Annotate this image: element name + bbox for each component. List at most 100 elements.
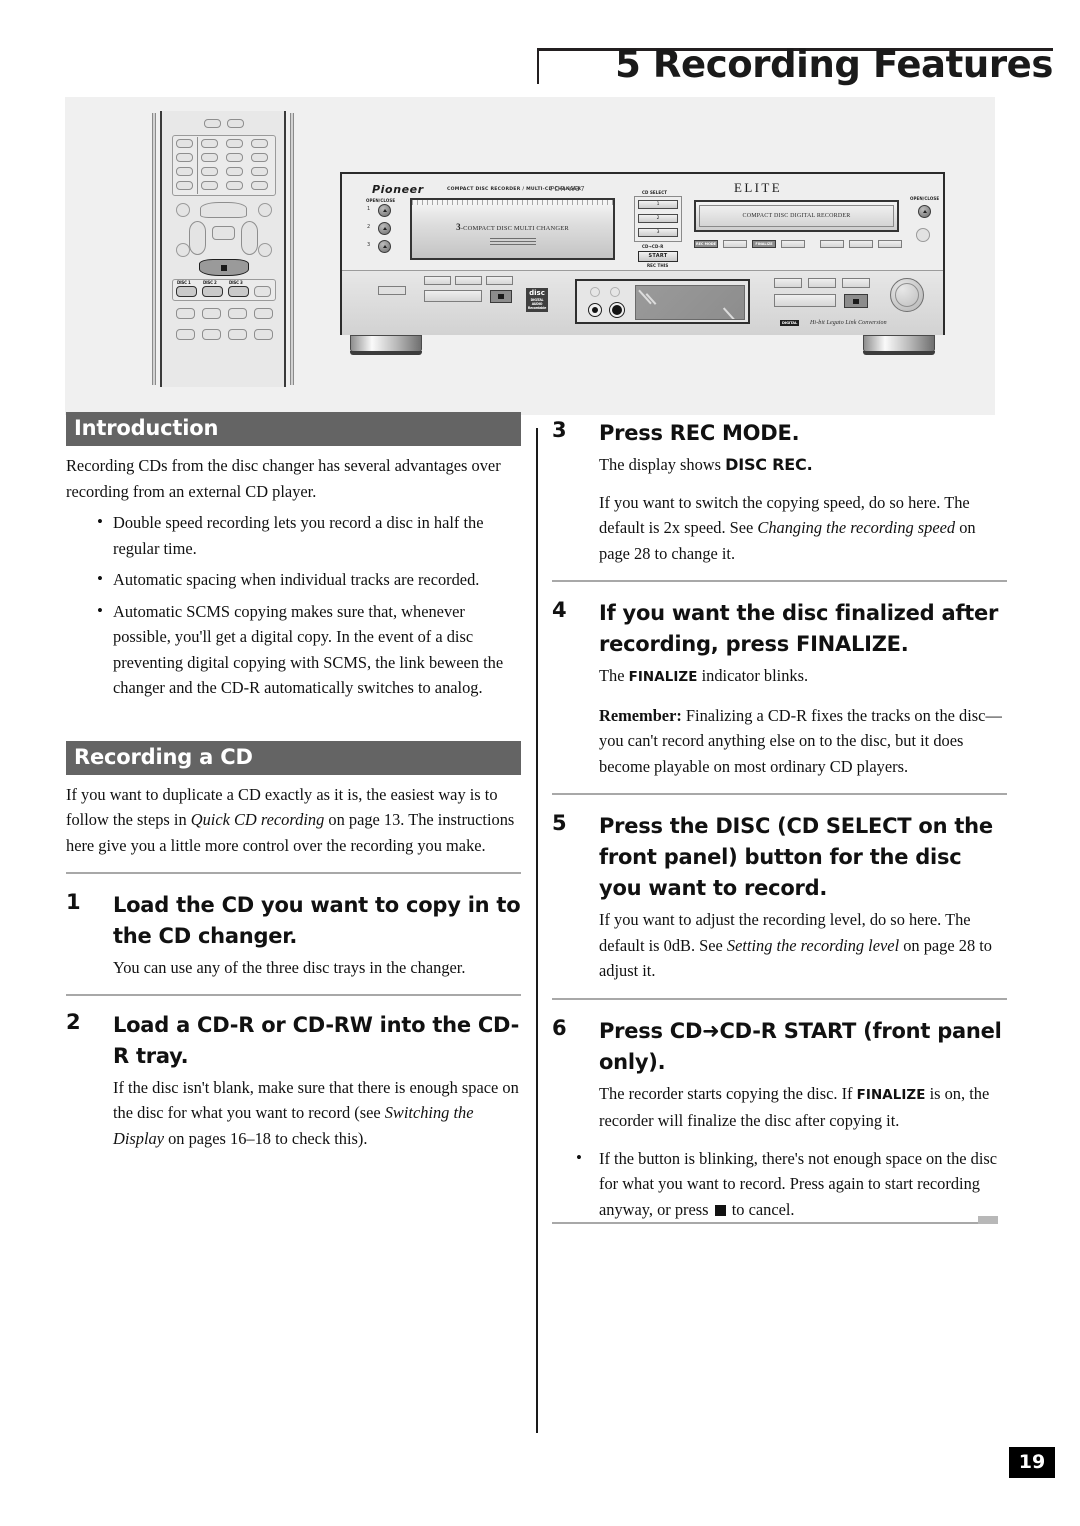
remote-bottom-button [254,308,273,319]
right-arrow-icon: ➜ [702,1018,720,1043]
page-number: 19 [1009,1447,1055,1478]
cd-to-cdr-start-button: START [638,251,678,262]
header-rule-tick [537,48,539,84]
remote-disc1-button [176,286,197,297]
step-6-body-2: If the button is blinking, there's not e… [576,1145,1007,1223]
cd-select-button-3: 3 [638,228,678,237]
step-6: 6 Press CD➜CD-R START (front panel only)… [552,1016,1007,1223]
open-close-left-label: OPEN/CLOSE [366,198,396,203]
stop-square-icon [221,265,227,271]
finalize-label: FINALIZE [755,242,773,246]
remote-keypad-button [201,153,218,162]
remote-bottom-button [202,308,221,319]
chapter-title: 5 Recording Features [615,43,1053,86]
recording-a-cd-heading: Recording a CD [66,740,521,775]
display-window [575,279,750,324]
remote-disc3-button [228,286,249,297]
remote-bottom-button [228,329,247,340]
lower-right-button [774,278,802,288]
cd-select-label: CD SELECT [642,190,668,195]
cd-select-button-2: 2 [638,214,678,223]
remote-bottom-button [176,329,195,340]
introduction-heading: Introduction [66,412,521,446]
step-2-text-b: on pages 16–18 to check this). [164,1128,368,1148]
cd-select-button-1: 1 [638,200,678,209]
legato-link-text: Hi-bit Legato Link Conversion [810,320,887,326]
step-3-body: The display shows DISC REC. [599,452,1007,478]
right-column: 3 Press REC MODE. The display shows DISC… [552,418,1007,1228]
step-6-bullet-list: If the button is blinking, there's not e… [552,1145,1007,1223]
eject-button-3 [378,240,391,253]
lower-right-wide-button [774,294,836,307]
step-2-number: 2 [66,1009,81,1034]
footer-rule-tick [978,1216,998,1224]
step-6-text-a: The recorder starts copying the disc. If [599,1083,857,1103]
step-4-body-2: Remember: Finalizing a CD-R fixes the tr… [599,703,1007,780]
step-1-body: You can use any of the three disc trays … [113,958,466,977]
step-5-number: 5 [552,811,567,835]
step-1-title: Load the CD you want to copy in to the C… [113,893,521,948]
lower-button [455,276,482,285]
eject-triangle-icon [383,209,387,212]
step-5-body: If you want to adjust the recording leve… [599,907,1007,984]
remote-bottom-button [228,308,247,319]
recorder-tray-label: COMPACT DISC DIGITAL RECORDER [742,213,851,219]
remote-disc3-label: DISC 3 [229,280,243,285]
remote-bottom-button [176,308,195,319]
disc-logo-sub: DIGITAL AUDIO [530,298,544,306]
step-2: 2 Load a CD-R or CD-RW into the CD-R tra… [66,1010,521,1152]
step-3-italic-ref: Changing the recording speed [757,518,956,537]
section-rule [552,997,1007,1000]
step-4-text-b: indicator blinks. [697,666,809,685]
remote-pause-button [212,226,235,240]
eject-button-recorder [918,205,931,218]
remote-keypad-button [251,139,268,148]
remote-keypad-button [176,153,193,162]
remote-top-button-2 [227,119,244,128]
step-2-title: Load a CD-R or CD-RW into the CD-R tray. [113,1012,520,1068]
model-number: PDR-W37 [550,185,586,193]
rec-cd-italic-ref: Quick CD recording [190,810,325,829]
step-5-title: Press the DISC (CD SELECT on the front p… [599,814,993,900]
jack-core [612,305,622,315]
product-illustration: DISC 1 DISC 2 DISC 3 Pioneer COMPACT DIS… [65,97,995,415]
remote-keypad-divider [197,137,198,194]
page-header: 5 Recording Features [537,43,1053,94]
step-6-bullet-text-a: If the button is blinking, there's not e… [599,1148,998,1219]
step-4-text-a: The [599,666,629,685]
remote-nav-corner-button [176,243,190,257]
remote-keypad-button [176,181,193,190]
remote-keypad-button [176,139,193,148]
stop-square-icon [714,1204,726,1216]
tray-number-3: 3 [367,242,371,248]
remote-nav-corner-button [258,203,272,217]
tray-vent-lines [489,238,536,247]
volume-knob [890,278,924,312]
headphone-jack-slot [378,286,406,295]
step-4-title: If you want the disc finalized after rec… [599,601,999,656]
step-4-finalize-indicator: FINALIZE [628,670,698,685]
lower-button [486,276,513,285]
pioneer-logo: Pioneer [372,183,424,196]
footer-rule [552,1222,993,1224]
rec-this-label: REC THIS [647,263,669,268]
cd-to-cdr-label: CD→CD-R [642,244,664,249]
remote-keypad-button [251,181,268,190]
remote-keypad-button [226,139,243,148]
eject-button-1 [378,204,391,217]
step-4-body: The FINALIZE indicator blinks. [599,663,1007,691]
recording-a-cd-paragraph: If you want to duplicate a CD exactly as… [66,782,521,859]
stop-square-icon [498,294,504,299]
remote-nav-corner-button [176,203,190,217]
changer-tray-label: 3-COMPACT DISC MULTI CHANGER [412,222,613,232]
eject-button-2 [378,222,391,235]
remote-disc1-label: DISC 1 [177,280,191,285]
step-3-display-value: DISC REC. [725,455,813,474]
step-5-italic-ref: Setting the recording level [726,935,900,955]
function-button [849,240,873,248]
indicator-ring-2 [610,287,620,297]
step-3: 3 Press REC MODE. The display shows DISC… [552,418,1007,566]
lower-button [424,276,451,285]
step-2-body: If the disc isn't blank, make sure that … [113,1075,521,1152]
step-3-number: 3 [552,418,567,442]
